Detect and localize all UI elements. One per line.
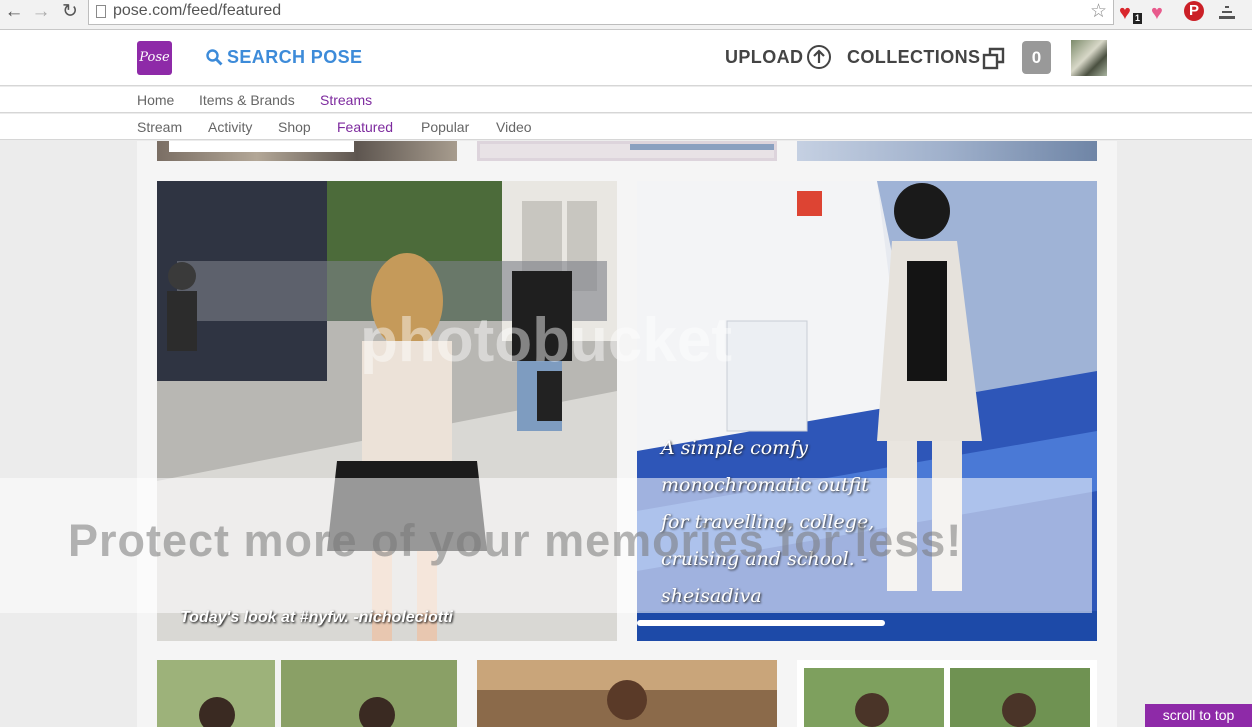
scroll-to-top-button[interactable]: scroll to top [1145, 704, 1252, 727]
secondary-nav: Stream Activity Shop Featured Popular Vi… [0, 114, 1252, 140]
tab-video[interactable]: Video [496, 119, 532, 135]
collections-button[interactable]: COLLECTIONS [847, 47, 980, 68]
primary-nav: Home Items & Brands Streams [0, 87, 1252, 113]
watermark-logo: photobucket [360, 306, 732, 375]
nav-home[interactable]: Home [137, 92, 174, 108]
address-bar[interactable]: pose.com/feed/featured ☆ [88, 0, 1114, 25]
post-photo [477, 660, 777, 727]
nav-items-brands[interactable]: Items & Brands [199, 92, 295, 108]
tab-activity[interactable]: Activity [208, 119, 252, 135]
post-tile[interactable] [157, 660, 457, 727]
nav-streams[interactable]: Streams [320, 92, 372, 108]
post-tile-partial[interactable] [797, 141, 1097, 161]
post-photo [157, 660, 457, 727]
post-caption: Today's look at #nyfw. -nicholeciotti [180, 609, 453, 626]
search-icon [206, 49, 223, 66]
collections-stack-icon[interactable] [982, 46, 1006, 70]
post-tile-partial[interactable] [157, 141, 457, 161]
tile-image-edge [630, 144, 774, 150]
page-icon [96, 5, 106, 18]
reload-icon[interactable]: ↻ [59, 1, 81, 23]
back-arrow-icon[interactable]: ← [3, 1, 25, 23]
post-photo [804, 668, 1090, 727]
tab-stream[interactable]: Stream [137, 119, 182, 135]
post-tile[interactable] [797, 660, 1097, 727]
post-tile-partial[interactable] [477, 141, 777, 161]
caption-progress-bar [637, 620, 885, 626]
url-text[interactable]: pose.com/feed/featured [113, 2, 281, 20]
tile-footer [169, 141, 354, 152]
post-tile[interactable] [477, 660, 777, 727]
pink-heart-extension-icon[interactable]: ♥ [1151, 2, 1163, 24]
collections-count-badge[interactable]: 0 [1022, 41, 1051, 74]
extension-badge: 1 [1133, 13, 1143, 24]
tab-shop[interactable]: Shop [278, 119, 311, 135]
pose-logo[interactable]: Pose [137, 41, 172, 75]
watermark-text: Protect more of your memories for less! [68, 515, 963, 566]
site-header: Pose SEARCH POSE UPLOAD COLLECTIONS 0 [0, 30, 1252, 86]
menu-icon[interactable] [1216, 2, 1238, 22]
heart-extension-icon[interactable]: ♥ 1 [1119, 2, 1143, 24]
search-label: SEARCH POSE [227, 47, 363, 67]
user-avatar[interactable] [1071, 40, 1107, 76]
tab-popular[interactable]: Popular [421, 119, 469, 135]
search-pose-button[interactable]: SEARCH POSE [206, 47, 362, 68]
forward-arrow-icon[interactable]: → [30, 1, 52, 23]
pinterest-icon[interactable]: P [1184, 1, 1204, 21]
browser-toolbar: ← → ↻ pose.com/feed/featured ☆ ♥ 1 ♥ P [0, 0, 1252, 30]
upload-button[interactable]: UPLOAD [725, 47, 803, 68]
tab-featured[interactable]: Featured [337, 119, 393, 135]
bookmark-star-icon[interactable]: ☆ [1090, 0, 1107, 23]
upload-arrow-icon[interactable] [807, 45, 831, 69]
